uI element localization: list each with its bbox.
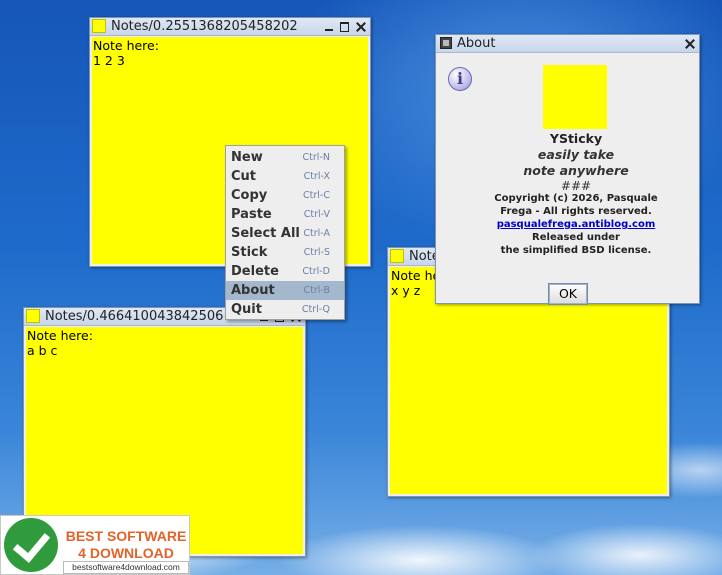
menu-item-label: Copy: [231, 188, 268, 203]
minimize-icon[interactable]: [324, 22, 334, 32]
menu-item-label: About: [231, 283, 275, 298]
menu-item-cut[interactable]: Cut Ctrl-X: [226, 167, 344, 186]
menu-item-delete[interactable]: Delete Ctrl-D: [226, 262, 344, 281]
menu-item-label: Select All: [231, 226, 300, 241]
app-name: YSticky: [549, 131, 603, 146]
copyright-line-2: Frega - All rights reserved.: [500, 206, 652, 217]
note-color-icon: [390, 249, 404, 263]
info-icon: i: [448, 67, 472, 91]
menu-item-about[interactable]: About Ctrl-B: [226, 281, 344, 300]
note-1-line-1: Note here:: [93, 38, 159, 53]
menu-item-shortcut: Ctrl-D: [302, 266, 330, 277]
note-color-icon: [26, 309, 40, 323]
menu-item-select-all[interactable]: Select All Ctrl-A: [226, 224, 344, 243]
menu-item-label: Delete: [231, 264, 279, 279]
app-logo: [543, 65, 607, 129]
tagline-line-2: note anywhere: [523, 163, 629, 178]
about-dialog[interactable]: About i YSticky easily take note anywher…: [435, 34, 700, 305]
menu-item-shortcut: Ctrl-A: [303, 228, 330, 239]
menu-item-quit[interactable]: Quit Ctrl-Q: [226, 300, 344, 319]
checkmark-icon: [4, 518, 58, 572]
note-2-line-1: Note here:: [27, 328, 93, 343]
note-2-line-2: a b c: [27, 343, 58, 358]
menu-item-new[interactable]: New Ctrl-N: [226, 148, 344, 167]
menu-item-shortcut: Ctrl-N: [302, 152, 330, 163]
close-icon[interactable]: [685, 39, 695, 49]
license-line-1: Released under: [532, 232, 620, 243]
note-1-title: Notes/0.2551368205458202: [111, 19, 298, 34]
badge-line-1: BEST SOFTWARE: [65, 528, 187, 544]
menu-item-label: Stick: [231, 245, 268, 260]
menu-item-label: Paste: [231, 207, 272, 222]
website-link[interactable]: pasqualefrega.antiblog.com: [476, 218, 676, 231]
java-cup-icon: [440, 37, 452, 49]
ok-button[interactable]: OK: [548, 283, 588, 305]
menu-item-shortcut: Ctrl-Q: [301, 304, 330, 315]
note-color-icon: [92, 19, 106, 33]
tagline-line-1: easily take: [537, 147, 615, 162]
about-titlebar[interactable]: About: [436, 35, 699, 53]
menu-item-shortcut: Ctrl-S: [303, 247, 330, 258]
menu-item-paste[interactable]: Paste Ctrl-V: [226, 205, 344, 224]
copyright-line-1: Copyright (c) 2026, Pasquale: [494, 193, 658, 204]
license-text: Released under the simplified BSD licens…: [476, 231, 676, 257]
about-content: i YSticky easily take note anywhere ### …: [436, 53, 699, 305]
note-2-title: Notes/0.466410043842506: [45, 309, 224, 324]
menu-item-stick[interactable]: Stick Ctrl-S: [226, 243, 344, 262]
menu-item-shortcut: Ctrl-V: [303, 209, 330, 220]
license-line-2: the simplified BSD license.: [500, 245, 652, 256]
menu-item-shortcut: Ctrl-B: [303, 285, 330, 296]
app-tagline: easily take note anywhere: [476, 147, 676, 179]
separator-text: ###: [560, 179, 592, 193]
copyright-text: Copyright (c) 2026, Pasquale Frega - All…: [476, 192, 676, 218]
badge-url: bestsoftware4download.com: [63, 561, 189, 574]
note-1-line-2: 1 2 3: [93, 53, 125, 68]
menu-item-label: Cut: [231, 169, 257, 184]
menu-item-shortcut: Ctrl-X: [303, 171, 330, 182]
maximize-icon[interactable]: [340, 21, 350, 32]
menu-item-copy[interactable]: Copy Ctrl-C: [226, 186, 344, 205]
close-icon[interactable]: [356, 22, 366, 32]
menu-item-label: Quit: [231, 302, 262, 317]
watermark-badge: BEST SOFTWARE 4 DOWNLOAD bestsoftware4do…: [0, 515, 190, 575]
note-1-titlebar[interactable]: Notes/0.2551368205458202: [90, 18, 370, 36]
about-title: About: [457, 36, 496, 51]
menu-item-shortcut: Ctrl-C: [303, 190, 330, 201]
menu-item-label: New: [231, 150, 263, 165]
context-menu: New Ctrl-N Cut Ctrl-X Copy Ctrl-C Paste Ctrl…: [225, 145, 345, 320]
badge-line-2: 4 DOWNLOAD: [78, 545, 174, 561]
